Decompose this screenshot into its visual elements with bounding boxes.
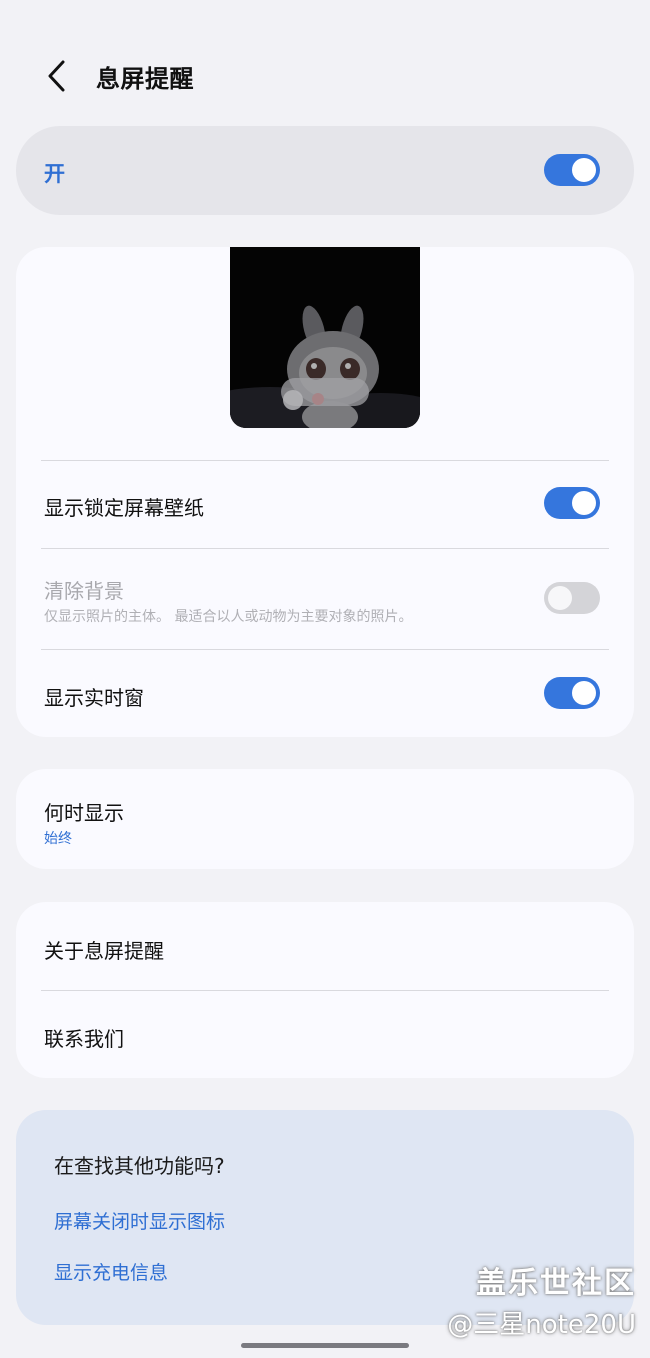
- chevron-left-icon: [38, 56, 78, 96]
- toggle-knob: [572, 491, 596, 515]
- watermark-community: 盖乐世社区: [476, 1266, 636, 1301]
- divider: [41, 460, 609, 461]
- suggestion-link-icons[interactable]: 屏幕关闭时显示图标: [54, 1207, 225, 1234]
- clear-background-description: 仅显示照片的主体。 最适合以人或动物为主要对象的照片。: [44, 609, 413, 625]
- toggle-knob: [572, 681, 596, 705]
- info-card: 关于息屏提醒 联系我们: [16, 902, 634, 1078]
- master-toggle[interactable]: [544, 154, 600, 186]
- back-button[interactable]: [38, 56, 78, 96]
- wallpaper-toggle[interactable]: [544, 487, 600, 519]
- wallpaper-label: 显示锁定屏幕壁纸: [44, 496, 204, 520]
- preview-image: [230, 247, 420, 428]
- clear-background-label: 清除背景: [44, 579, 124, 603]
- contact-label: 联系我们: [44, 1027, 124, 1051]
- page-title: 息屏提醒: [96, 65, 194, 93]
- display-settings-card: 显示锁定屏幕壁纸 清除背景 仅显示照片的主体。 最适合以人或动物为主要对象的照片…: [16, 247, 634, 737]
- live-window-label: 显示实时窗: [44, 686, 144, 710]
- divider: [41, 990, 609, 991]
- suggestion-link-charging[interactable]: 显示充电信息: [54, 1258, 168, 1285]
- toggle-knob: [572, 158, 596, 182]
- when-to-show-value: 始终: [44, 831, 72, 847]
- live-window-toggle[interactable]: [544, 677, 600, 709]
- divider: [41, 548, 609, 549]
- about-label: 关于息屏提醒: [44, 939, 164, 963]
- when-to-show-label: 何时显示: [44, 801, 124, 825]
- top-bar: 息屏提醒: [0, 40, 650, 116]
- when-to-show-card[interactable]: 何时显示 始终: [16, 769, 634, 869]
- master-switch-label: 开: [44, 162, 65, 186]
- divider: [41, 649, 609, 650]
- suggestions-title: 在查找其他功能吗?: [54, 1154, 225, 1178]
- master-switch-row[interactable]: 开: [16, 126, 634, 215]
- toggle-knob: [548, 586, 572, 610]
- home-indicator[interactable]: [241, 1343, 409, 1348]
- watermark-handle: @三星note20U: [447, 1310, 636, 1340]
- clear-background-toggle[interactable]: [544, 582, 600, 614]
- wallpaper-preview[interactable]: [230, 247, 420, 428]
